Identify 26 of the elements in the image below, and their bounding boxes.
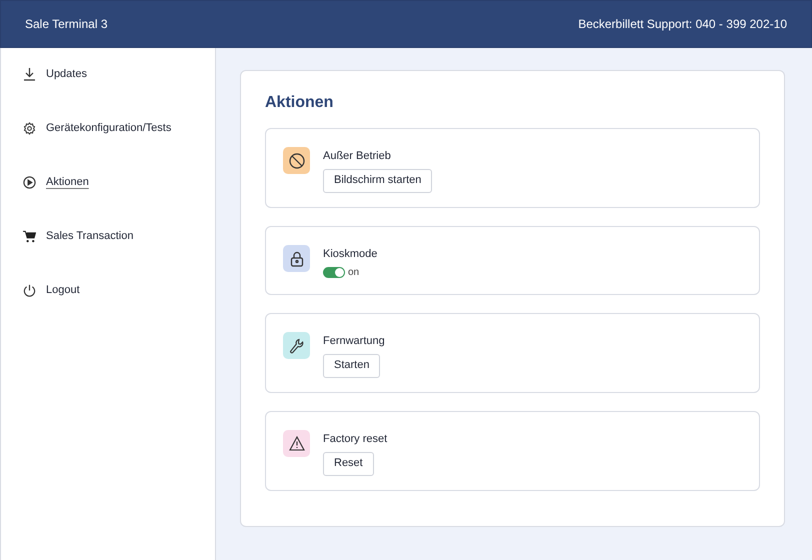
warning-icon [288,436,304,451]
support-text: Beckerbillett Support: 040 - 399 202-10 [578,16,787,33]
action-button[interactable]: Bildschirm starten [323,168,432,192]
action-title: Außer Betrieb [323,149,391,164]
download-icon [23,67,36,81]
play-circle-icon [23,176,36,188]
settings-icon [23,122,36,134]
toggle-label: on [348,266,360,280]
nav-link[interactable]: Logout [46,282,80,298]
nav-link[interactable]: Sales Transaction [46,228,134,244]
action-button[interactable]: Starten [323,354,380,378]
prohibited-icon [288,152,304,168]
nav-link[interactable]: Aktionen [46,174,89,190]
panel-title: Aktionen [265,93,334,113]
action-button[interactable]: Reset [323,452,374,476]
power-icon [23,284,36,296]
action-title: Factory reset [323,432,388,447]
app-title: Sale Terminal 3 [25,16,108,33]
nav-link[interactable]: Gerätekonfiguration/Tests [46,120,172,136]
toggle-switch[interactable] [323,266,345,278]
wrench-icon [288,338,304,354]
cart-icon [23,230,36,242]
padlock-icon [290,250,304,266]
nav-link[interactable]: Updates [46,66,87,82]
action-title: Kioskmode [323,247,378,262]
action-title: Fernwartung [323,334,385,349]
